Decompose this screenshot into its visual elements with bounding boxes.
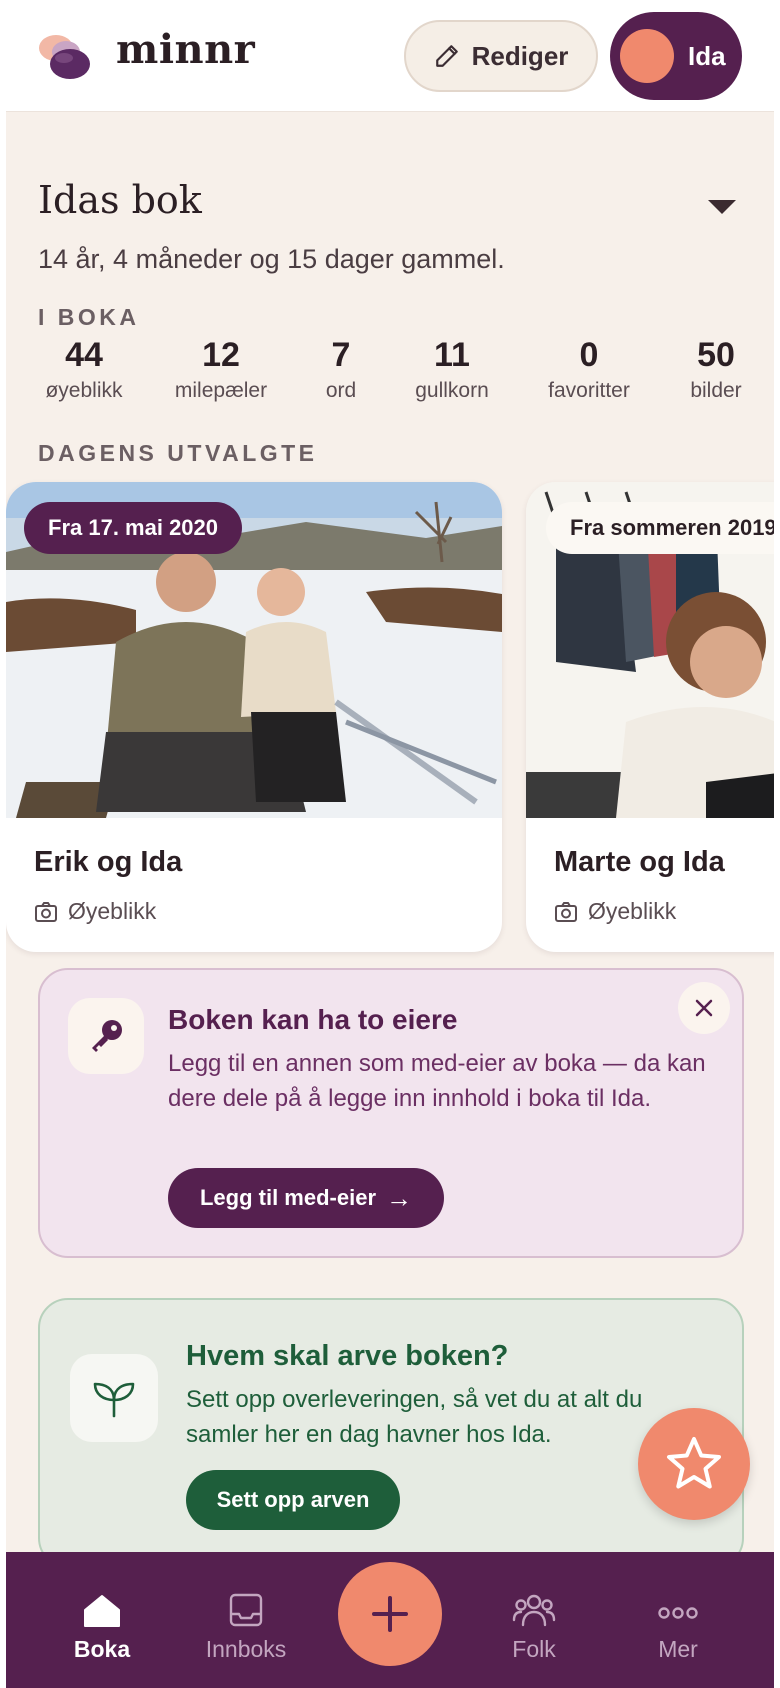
brand-name: minnr: [116, 26, 256, 73]
stat-label: gullkorn: [415, 379, 489, 402]
stat-value: 44: [65, 336, 103, 374]
inbox-icon: [229, 1593, 263, 1627]
home-icon: [84, 1595, 120, 1627]
favorite-fab[interactable]: [638, 1408, 750, 1520]
user-profile-button[interactable]: Ida: [610, 12, 742, 100]
nav-label: Folk: [512, 1636, 556, 1662]
people-icon: [512, 1594, 556, 1627]
app-header: minnr Rediger Ida: [0, 0, 780, 112]
stat-label: favoritter: [548, 379, 630, 402]
nav-item-innboks[interactable]: Innboks: [186, 1582, 306, 1663]
card-type: Øyeblikk: [554, 898, 676, 925]
stat-value: 0: [579, 336, 599, 374]
camera-icon: [35, 901, 57, 922]
screen-edge-left: [0, 0, 6, 1688]
co-owner-card: Boken kan ha to eiere Legg til en annen …: [38, 968, 744, 1258]
stat-value: 12: [202, 336, 240, 374]
arrow-right-icon: →: [386, 1182, 413, 1213]
app-screen: minnr Rediger Ida Idas bok 14 år, 4 måne…: [0, 0, 780, 1688]
book-title[interactable]: Idas bok: [38, 178, 202, 222]
camera-icon: [555, 901, 577, 922]
date-badge: Fra sommeren 2019: [546, 502, 780, 554]
in-book-label: I BOKA: [38, 304, 140, 330]
book-stats: 44 øyeblikk 12 milepæler 7 ord 11 gullko…: [22, 336, 780, 416]
sprout-icon-box: [70, 1354, 158, 1442]
close-icon: [695, 999, 713, 1017]
stat-favorites[interactable]: 0 favoritter: [519, 336, 659, 403]
key-icon: [92, 1020, 122, 1052]
nav-label: Boka: [73, 1636, 131, 1662]
card-type-label: Øyeblikk: [68, 898, 157, 924]
stat-value: 11: [434, 336, 470, 374]
star-icon: [667, 1437, 721, 1489]
add-co-owner-label: Legg til med-eier: [199, 1185, 377, 1210]
add-co-owner-button[interactable]: Legg til med-eier →: [168, 1168, 444, 1228]
featured-card[interactable]: Fra sommeren 2019 Marte og Ida Øyeblikk: [526, 482, 780, 952]
edit-label: Rediger: [471, 40, 569, 71]
chevron-down-icon[interactable]: [708, 200, 736, 214]
edit-button[interactable]: Rediger: [404, 20, 598, 92]
nav-label: Innboks: [205, 1636, 287, 1662]
nav-item-folk[interactable]: Folk: [474, 1582, 594, 1663]
co-owner-title: Boken kan ha to eiere: [168, 1004, 458, 1035]
avatar: [620, 29, 674, 83]
card-title: Erik og Ida: [34, 846, 183, 878]
featured-card[interactable]: Fra 17. mai 2020 Erik og Ida Øyeblikk: [6, 482, 502, 952]
user-name: Ida: [688, 40, 726, 71]
nav-label: Mer: [658, 1636, 698, 1662]
stat-milestones[interactable]: 12 milepæler: [151, 336, 291, 403]
stat-value: 50: [697, 336, 735, 374]
key-icon-box: [68, 998, 144, 1074]
stat-photos[interactable]: 50 bilder: [646, 336, 780, 403]
sprout-icon: [93, 1382, 135, 1418]
child-age: 14 år, 4 måneder og 15 dager gammel.: [38, 244, 505, 274]
stat-gems[interactable]: 11 gullkorn: [382, 336, 522, 403]
card-type-label: Øyeblikk: [588, 898, 677, 924]
nav-item-mer[interactable]: Mer: [618, 1582, 738, 1663]
setup-inheritance-button[interactable]: Sett opp arven: [186, 1470, 400, 1530]
card-title: Marte og Ida: [554, 846, 725, 878]
stat-moments[interactable]: 44 øyeblikk: [14, 336, 154, 403]
pencil-icon: [435, 45, 458, 67]
more-icon: [658, 1607, 698, 1619]
inheritance-card: Hvem skal arve boken? Sett opp overlever…: [38, 1298, 744, 1568]
inheritance-text: Sett opp overleveringen, så vet du at al…: [186, 1386, 643, 1448]
stat-label: milepæler: [174, 379, 268, 402]
screen-edge-right: [774, 0, 780, 1688]
co-owner-text: Legg til en annen som med-eier av boka —…: [168, 1050, 706, 1112]
featured-carousel[interactable]: Fra 17. mai 2020 Erik og Ida Øyeblikk Fr…: [0, 482, 780, 952]
stat-label: øyeblikk: [45, 379, 123, 402]
add-button[interactable]: [338, 1562, 442, 1666]
minnr-logo: [39, 35, 90, 79]
nav-item-boka[interactable]: Boka: [42, 1582, 162, 1663]
plus-icon: [372, 1596, 408, 1632]
inheritance-title: Hvem skal arve boken?: [186, 1340, 509, 1372]
featured-label: DAGENS UTVALGTE: [38, 440, 318, 466]
card-type: Øyeblikk: [34, 898, 156, 925]
stat-label: bilder: [690, 379, 742, 402]
date-badge: Fra 17. mai 2020: [24, 502, 243, 554]
close-button[interactable]: [678, 982, 730, 1034]
